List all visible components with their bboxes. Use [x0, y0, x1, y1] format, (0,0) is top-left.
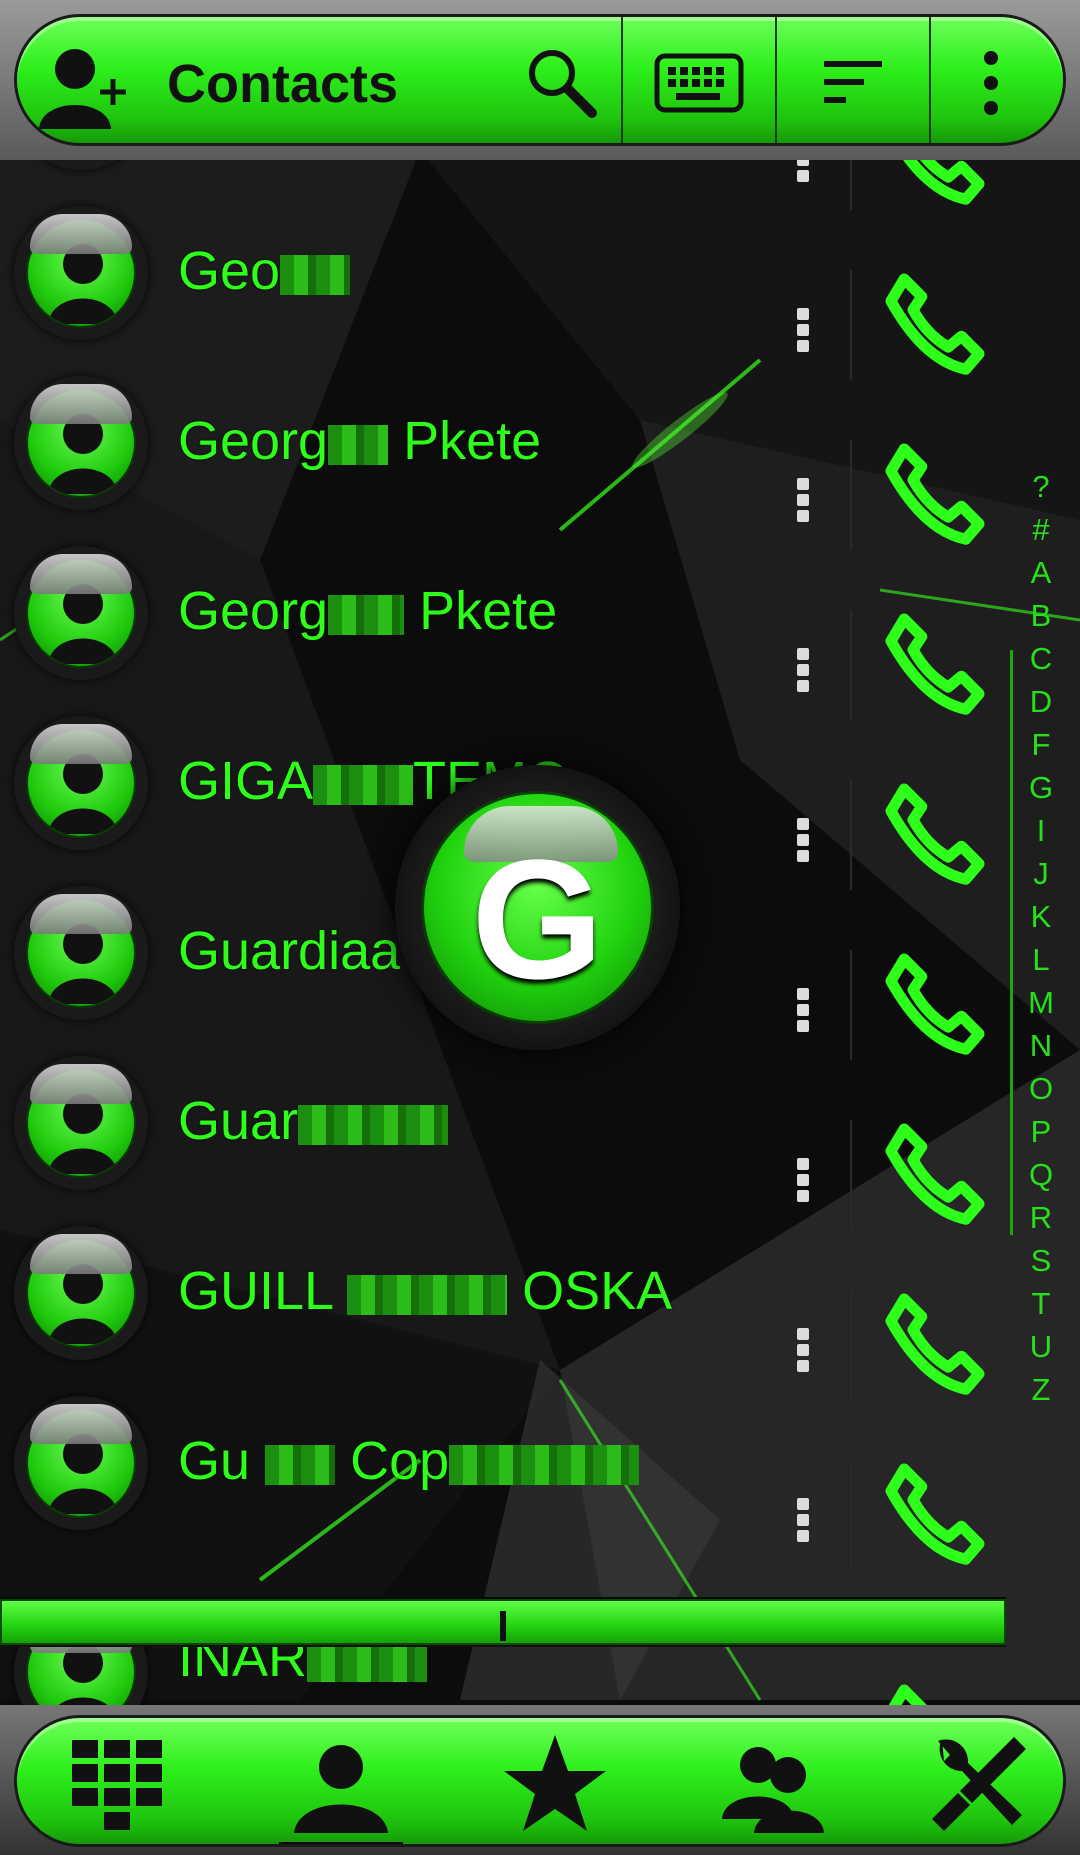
call-icon[interactable] — [880, 1458, 990, 1568]
nav-groups[interactable] — [693, 1718, 853, 1844]
more-vertical-icon — [984, 51, 998, 115]
settings-tools-icon — [932, 1737, 1026, 1831]
dialpad-icon — [72, 1740, 162, 1830]
search-icon — [529, 50, 597, 118]
index-letter[interactable]: N — [1018, 1024, 1064, 1067]
page-title: Contacts — [167, 54, 399, 114]
add-contact-button[interactable] — [25, 17, 145, 143]
contact-row[interactable]: GUILL OSKA — [0, 1180, 1010, 1400]
contact-avatar — [14, 716, 148, 850]
index-letter[interactable]: O — [1018, 1067, 1064, 1110]
bottom-navigation — [0, 1705, 1080, 1855]
top-app-bar: Contacts — [0, 0, 1080, 160]
index-letter[interactable]: # — [1018, 508, 1064, 551]
index-letter[interactable]: A — [1018, 551, 1064, 594]
contact-name: Georg Pkete — [178, 581, 558, 641]
index-letter[interactable]: Q — [1018, 1153, 1064, 1196]
overflow-menu-button[interactable] — [931, 17, 1051, 143]
scrollbar-thumb[interactable] — [500, 1611, 506, 1641]
keyboard-icon — [654, 53, 744, 113]
favorites-star-icon — [504, 1735, 606, 1831]
index-letter[interactable]: C — [1018, 637, 1064, 680]
alphabet-index[interactable]: ? # A B C D F G I J K L M N O P Q R S T … — [1018, 465, 1064, 1411]
index-track — [1010, 650, 1013, 1235]
row-divider — [850, 1460, 852, 1570]
index-letter[interactable]: M — [1018, 981, 1064, 1024]
contact-name: Gu Cop — [178, 1430, 640, 1492]
call-icon[interactable] — [880, 1679, 990, 1705]
contact-avatar — [14, 546, 148, 680]
index-letter[interactable]: B — [1018, 594, 1064, 637]
index-letter[interactable]: J — [1018, 852, 1064, 895]
nav-settings[interactable] — [897, 1718, 1057, 1844]
index-letter[interactable]: K — [1018, 895, 1064, 938]
contact-name: Georg Pkete — [178, 411, 542, 471]
contact-row[interactable]: Georg Pkete — [0, 500, 1010, 720]
index-letter[interactable]: F — [1018, 723, 1064, 766]
index-letter[interactable]: I — [1018, 809, 1064, 852]
groups-icon — [722, 1747, 824, 1833]
top-bar-pill: Contacts — [14, 14, 1066, 146]
contact-name: Guar — [178, 1090, 449, 1152]
contact-row[interactable]: Georg Pkete — [0, 330, 1010, 550]
index-letter[interactable]: P — [1018, 1110, 1064, 1153]
keyboard-button[interactable] — [623, 17, 775, 143]
sort-icon — [824, 61, 882, 103]
index-letter[interactable]: S — [1018, 1239, 1064, 1282]
index-letter[interactable]: R — [1018, 1196, 1064, 1239]
section-letter: G — [471, 824, 604, 1015]
contact-row[interactable]: Gu Cop — [0, 1350, 1010, 1570]
index-letter[interactable]: U — [1018, 1325, 1064, 1368]
nav-contacts[interactable] — [261, 1718, 421, 1844]
index-letter[interactable]: G — [1018, 766, 1064, 809]
contact-avatar — [14, 1056, 148, 1190]
index-letter[interactable]: T — [1018, 1282, 1064, 1325]
contact-avatar — [14, 886, 148, 1020]
search-button[interactable] — [507, 17, 617, 143]
contacts-icon — [294, 1745, 388, 1833]
sort-button[interactable] — [777, 17, 929, 143]
active-tab-indicator — [279, 1842, 403, 1844]
contact-row[interactable]: Geo — [0, 160, 1010, 380]
section-letter-bubble: G — [395, 765, 680, 1050]
nav-dialpad[interactable] — [37, 1718, 197, 1844]
contact-avatar — [14, 206, 148, 340]
contact-options-button[interactable] — [796, 1498, 810, 1548]
contact-avatar — [14, 1226, 148, 1360]
index-letter[interactable]: L — [1018, 938, 1064, 981]
contact-name: Guardiaa — [178, 921, 401, 981]
add-contact-icon — [39, 49, 126, 129]
index-letter[interactable]: D — [1018, 680, 1064, 723]
index-letter[interactable]: ? — [1018, 465, 1064, 508]
contact-name: Geo — [178, 240, 351, 302]
nav-favorites[interactable] — [475, 1718, 635, 1844]
contact-name: GUILL OSKA — [178, 1261, 673, 1321]
list-scrollbar[interactable] — [0, 1597, 1006, 1647]
index-letter[interactable]: Z — [1018, 1368, 1064, 1411]
contact-avatar — [14, 376, 148, 510]
contact-avatar — [14, 1396, 148, 1530]
